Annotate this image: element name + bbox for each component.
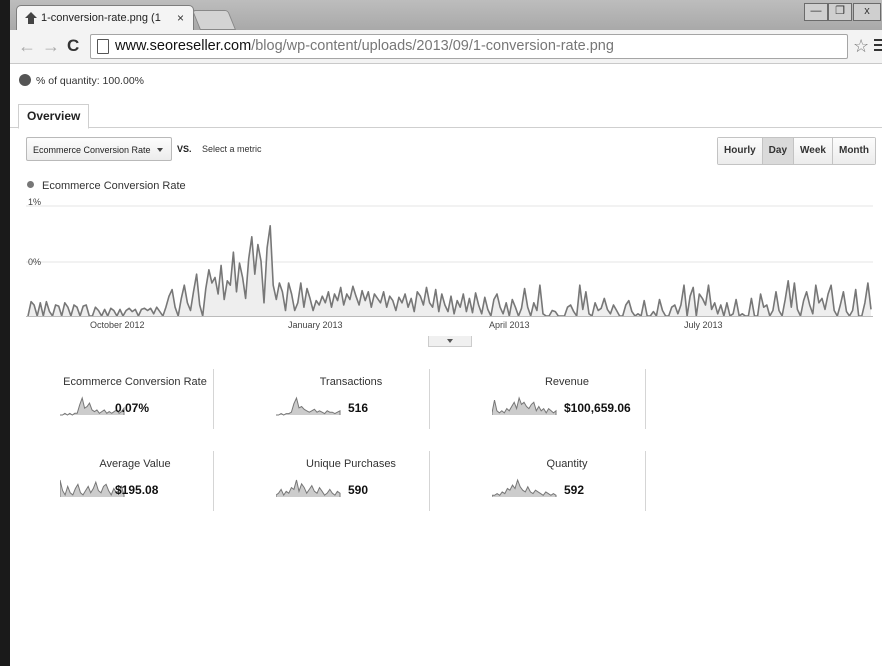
chart-legend: Ecommerce Conversion Rate	[27, 180, 186, 192]
page-content: % of quantity: 100.00% Overview Ecommerc…	[10, 64, 882, 666]
tab-overview[interactable]: Overview	[18, 104, 90, 129]
metric-dropdown[interactable]: Ecommerce Conversion Rate	[26, 137, 172, 161]
forward-icon[interactable]: →	[42, 36, 60, 56]
sparkline-chart	[492, 396, 557, 415]
sparkline-chart	[492, 478, 557, 497]
metric-value: $100,659.06	[564, 401, 631, 415]
metric-label: Revenue	[544, 376, 590, 388]
back-icon[interactable]: ←	[18, 36, 36, 56]
y-tick-label: 1%	[28, 197, 41, 207]
chart-collapse-toggle[interactable]	[428, 336, 472, 347]
metric-value: 590	[348, 483, 369, 497]
metric-label: Average Value	[99, 458, 171, 470]
quantity-summary: % of quantity: 100.00%	[19, 74, 144, 87]
tab-bar: 1-conversion-rate.png (10 × — ❐ x	[10, 0, 882, 31]
chevron-down-icon	[157, 148, 163, 152]
metric-divider	[645, 369, 646, 429]
metric-value: 516	[348, 401, 369, 415]
metric-value: $195.08	[115, 483, 159, 497]
legend-label: Ecommerce Conversion Rate	[42, 180, 186, 192]
period-selector: Hourly Day Week Month	[717, 137, 876, 165]
series-line	[27, 225, 872, 317]
metric-divider	[429, 369, 430, 429]
metric-label: Transactions	[319, 376, 383, 388]
metric-label: Quantity	[546, 458, 588, 470]
close-window-button[interactable]: x	[853, 3, 881, 21]
x-tick-label: January 2013	[288, 320, 343, 330]
tab-close-icon[interactable]: ×	[177, 6, 184, 30]
sparkline-series	[492, 396, 557, 415]
page-icon	[97, 39, 109, 54]
y-tick-label: 0%	[28, 257, 41, 267]
metric-divider	[213, 369, 214, 429]
metric-card[interactable]: Revenue $100,659.06	[472, 369, 688, 431]
menu-icon[interactable]	[874, 39, 882, 54]
sparkline-chart	[276, 479, 341, 497]
period-week-button[interactable]: Week	[794, 138, 833, 164]
metric-divider	[645, 451, 646, 511]
metric-card[interactable]: Average Value $195.08	[40, 451, 256, 513]
chevron-down-icon	[447, 339, 453, 343]
pie-icon	[19, 74, 31, 86]
browser-window: 1-conversion-rate.png (10 × — ❐ x ← → C …	[10, 0, 882, 666]
sparkline-series	[276, 479, 341, 497]
new-tab-button[interactable]	[191, 10, 237, 30]
select-metric-link[interactable]: Select a metric	[202, 144, 262, 154]
metric-label: Unique Purchases	[306, 458, 396, 470]
metric-card[interactable]: Quantity 592	[472, 451, 688, 513]
period-day-button[interactable]: Day	[762, 138, 795, 164]
metric-dropdown-label: Ecommerce Conversion Rate	[33, 145, 151, 155]
tab-title: 1-conversion-rate.png (10	[41, 12, 161, 24]
bookmark-star-icon[interactable]: ☆	[853, 36, 869, 57]
favicon-icon	[25, 12, 37, 24]
minimize-button[interactable]: —	[804, 3, 828, 21]
browser-toolbar: ← → C www.seoreseller.com/blog/wp-conten…	[10, 30, 882, 64]
legend-dot	[27, 181, 34, 188]
address-bar[interactable]: www.seoreseller.com/blog/wp-content/uplo…	[90, 34, 848, 59]
metric-label: Ecommerce Conversion Rate	[63, 376, 207, 388]
conversion-rate-chart[interactable]: 1% 0% October 2012 January 2013 April 2013 Ju…	[26, 194, 873, 334]
report-tabs: Overview	[10, 104, 882, 129]
browser-tab[interactable]: 1-conversion-rate.png (10 ×	[16, 5, 194, 31]
url-text: www.seoreseller.com/blog/wp-content/uplo…	[115, 37, 614, 55]
sparkline-series	[492, 478, 557, 497]
period-month-button[interactable]: Month	[832, 138, 875, 164]
metric-divider	[429, 451, 430, 511]
metric-card[interactable]: Transactions 516	[256, 369, 472, 431]
quantity-pct: % of quantity: 100.00%	[36, 75, 144, 87]
metric-value: 0.07%	[115, 401, 150, 415]
url-host: www.seoreseller.com	[115, 38, 252, 54]
url-path: /blog/wp-content/uploads/2013/09/1-conve…	[251, 38, 614, 54]
reload-icon[interactable]: C	[67, 36, 79, 56]
x-tick-label: October 2012	[90, 320, 145, 330]
sparkline-series	[276, 396, 341, 416]
x-tick-label: July 2013	[684, 320, 723, 330]
metric-card[interactable]: Ecommerce Conversion Rate 0.07%	[40, 369, 256, 431]
metric-divider	[213, 451, 214, 511]
x-tick-label: April 2013	[489, 320, 530, 330]
sparkline-chart	[276, 396, 341, 416]
metric-value: 592	[564, 483, 585, 497]
vs-label: VS.	[177, 144, 192, 154]
maximize-button[interactable]: ❐	[828, 3, 852, 21]
metric-card[interactable]: Unique Purchases 590	[256, 451, 472, 513]
period-hourly-button[interactable]: Hourly	[718, 138, 763, 164]
